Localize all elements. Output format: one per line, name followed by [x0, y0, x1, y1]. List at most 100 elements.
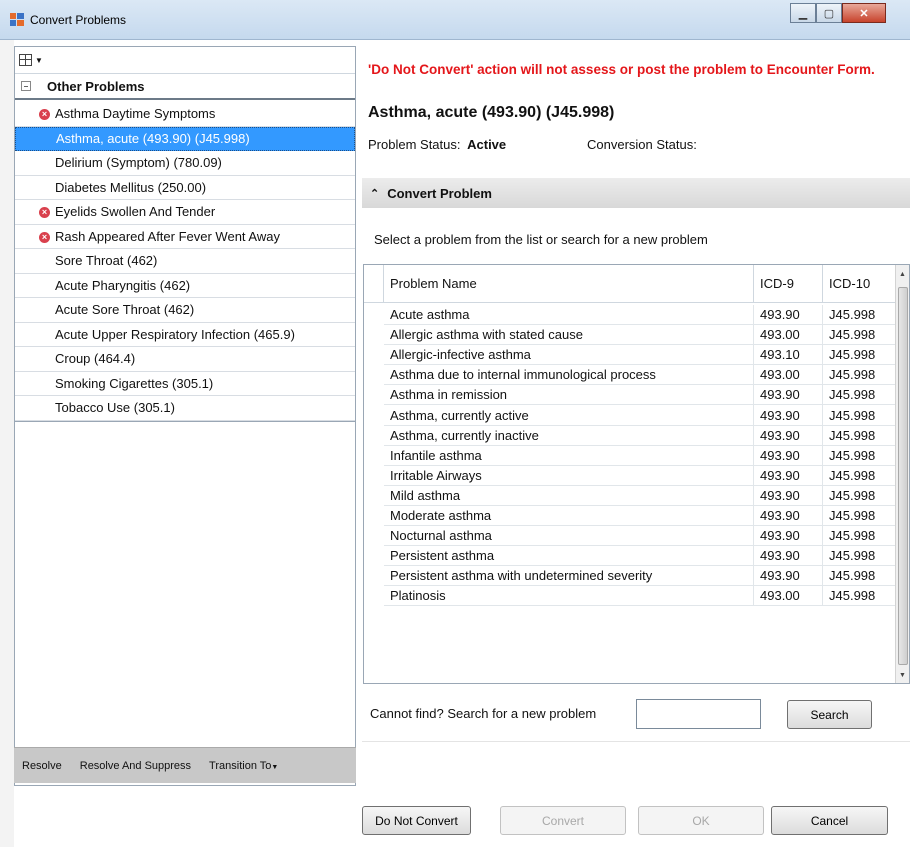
icd9-cell: 493.90	[754, 385, 823, 406]
column-header-icd10[interactable]: ICD-10	[823, 265, 896, 303]
search-input[interactable]	[636, 699, 761, 729]
icd10-cell: J45.998	[823, 485, 896, 506]
minimize-button[interactable]: ▁	[790, 3, 816, 23]
icd9-cell: 493.90	[754, 405, 823, 426]
problem-name-cell: Infantile asthma	[384, 445, 754, 466]
error-icon: ×	[39, 231, 50, 243]
search-label: Cannot find? Search for a new problem	[370, 706, 597, 721]
table-row[interactable]: Moderate asthma 493.90 J45.998	[384, 505, 896, 527]
problem-list-pane: ▼ Other Problems × Asthma Daytime Symptom…	[14, 46, 356, 786]
problem-status-label: Problem Status:	[368, 137, 461, 152]
problem-list-item[interactable]: Diabetes Mellitus (250.00)	[15, 176, 355, 200]
problem-name-cell: Asthma, currently inactive	[384, 425, 754, 446]
table-row[interactable]: Mild asthma 493.90 J45.998	[384, 485, 896, 506]
problem-name-cell: Platinosis	[384, 586, 754, 607]
table-row[interactable]: Asthma in remission 493.90 J45.998	[384, 385, 896, 406]
icd9-cell: 493.90	[754, 526, 823, 547]
icd9-cell: 493.90	[754, 465, 823, 486]
maximize-button[interactable]: ▢	[816, 3, 842, 23]
chevron-up-icon[interactable]: ⌃	[370, 187, 379, 200]
table-row[interactable]: Allergic asthma with stated cause 493.00 J…	[384, 325, 896, 346]
problem-list-item[interactable]: Smoking Cigarettes (305.1)	[15, 372, 355, 396]
column-header-icd9[interactable]: ICD-9	[754, 265, 823, 303]
icd9-cell: 493.00	[754, 586, 823, 607]
table-row[interactable]: Asthma due to internal immunological pro…	[384, 365, 896, 386]
vertical-scrollbar[interactable]: ▲ ▼	[895, 265, 909, 683]
icd10-cell: J45.998	[823, 586, 896, 607]
problem-label: Asthma, acute (493.90) (J45.998)	[56, 131, 250, 147]
icd10-cell: J45.998	[823, 365, 896, 386]
problem-grid: Problem Name ICD-9 ICD-10 Acute asthma 49…	[363, 264, 910, 684]
icd9-cell: 493.90	[754, 485, 823, 506]
problem-list-item[interactable]: Acute Upper Respiratory Infection (465.9…	[15, 323, 355, 347]
list-bottom-border	[15, 420, 355, 422]
scroll-up-icon[interactable]: ▲	[899, 271, 906, 278]
chevron-down-icon: ▼	[271, 763, 279, 771]
table-row[interactable]: Persistent asthma 493.90 J45.998	[384, 546, 896, 567]
icd9-cell: 493.90	[754, 505, 823, 527]
problem-list-item[interactable]: Sore Throat (462)	[15, 249, 355, 274]
problem-list-item[interactable]: Tobacco Use (305.1)	[15, 396, 355, 421]
action-bar: Resolve Resolve And Suppress Transition …	[14, 747, 356, 783]
problem-list-item[interactable]: Acute Sore Throat (462)	[15, 298, 355, 323]
problem-list-item[interactable]: Delirium (Symptom) (780.09)	[15, 151, 355, 176]
grid-view-icon[interactable]	[19, 54, 32, 66]
problem-list-item[interactable]: × Rash Appeared After Fever Went Away	[15, 225, 355, 249]
divider	[362, 741, 910, 742]
problem-label: Rash Appeared After Fever Went Away	[55, 228, 280, 244]
list-toolbar: ▼	[15, 47, 355, 73]
convert-problem-section-header[interactable]: ⌃ Convert Problem	[362, 178, 910, 208]
problem-label: Diabetes Mellitus (250.00)	[55, 179, 207, 195]
problem-name-cell: Nocturnal asthma	[384, 526, 754, 547]
icd10-cell: J45.998	[823, 465, 896, 486]
error-icon: ×	[39, 207, 50, 218]
table-row[interactable]: Nocturnal asthma 493.90 J45.998	[384, 526, 896, 547]
table-row[interactable]: Persistent asthma with undetermined seve…	[384, 566, 896, 587]
do-not-convert-button[interactable]: Do Not Convert	[362, 806, 471, 835]
problem-list-item[interactable]: Croup (464.4)	[15, 347, 355, 372]
transition-to-button[interactable]: Transition To▼	[209, 760, 278, 772]
table-row[interactable]: Asthma, currently active 493.90 J45.998	[384, 405, 896, 426]
problem-label: Acute Sore Throat (462)	[55, 302, 195, 318]
collapse-icon[interactable]	[21, 81, 31, 91]
problem-label: Sore Throat (462)	[55, 253, 158, 269]
icd9-cell: 493.90	[754, 566, 823, 587]
cancel-button[interactable]: Cancel	[771, 806, 888, 835]
chevron-down-icon[interactable]: ▼	[35, 56, 43, 65]
icd10-cell: J45.998	[823, 445, 896, 466]
instructions: Select a problem from the list or search…	[374, 232, 708, 247]
problem-list-item[interactable]: Asthma, acute (493.90) (J45.998)	[15, 126, 355, 151]
search-button[interactable]: Search	[787, 700, 872, 729]
problem-label: Asthma Daytime Symptoms	[55, 106, 216, 122]
column-header-problem-name[interactable]: Problem Name	[384, 265, 754, 303]
table-row[interactable]: Allergic-infective asthma 493.10 J45.998	[384, 345, 896, 366]
problem-list-item[interactable]: × Asthma Daytime Symptoms	[15, 102, 355, 127]
table-row[interactable]: Platinosis 493.00 J45.998	[384, 586, 896, 607]
conversion-status-label: Conversion Status:	[587, 137, 697, 152]
ok-button[interactable]: OK	[638, 806, 764, 835]
table-row[interactable]: Asthma, currently inactive 493.90 J45.998	[384, 425, 896, 446]
title-bar: Convert Problems ▁ ▢ ✕	[0, 0, 910, 40]
resolve-button[interactable]: Resolve	[22, 760, 62, 772]
scroll-down-icon[interactable]: ▼	[899, 672, 906, 679]
close-button[interactable]: ✕	[842, 3, 886, 23]
window-controls: ▁ ▢ ✕	[790, 3, 886, 23]
convert-button[interactable]: Convert	[500, 806, 626, 835]
problem-label: Eyelids Swollen And Tender	[55, 204, 216, 220]
problem-label: Croup (464.4)	[55, 351, 136, 367]
window-title: Convert Problems	[30, 13, 127, 27]
icd10-cell: J45.998	[823, 546, 896, 567]
table-row[interactable]: Infantile asthma 493.90 J45.998	[384, 445, 896, 466]
resolve-suppress-button[interactable]: Resolve And Suppress	[80, 760, 191, 772]
icd9-cell: 493.00	[754, 365, 823, 386]
scrollbar-thumb[interactable]	[898, 287, 908, 665]
problem-list-item[interactable]: Acute Pharyngitis (462)	[15, 274, 355, 298]
problem-name-cell: Acute asthma	[384, 305, 754, 326]
problem-label: Delirium (Symptom) (780.09)	[55, 155, 222, 171]
table-row[interactable]: Irritable Airways 493.90 J45.998	[384, 465, 896, 486]
problem-list-item[interactable]: × Eyelids Swollen And Tender	[15, 200, 355, 225]
table-row[interactable]: Acute asthma 493.90 J45.998	[384, 305, 896, 326]
group-header[interactable]: Other Problems	[15, 73, 355, 100]
transition-to-label: Transition To	[209, 759, 272, 772]
search-row: Cannot find? Search for a new problem	[370, 706, 596, 721]
